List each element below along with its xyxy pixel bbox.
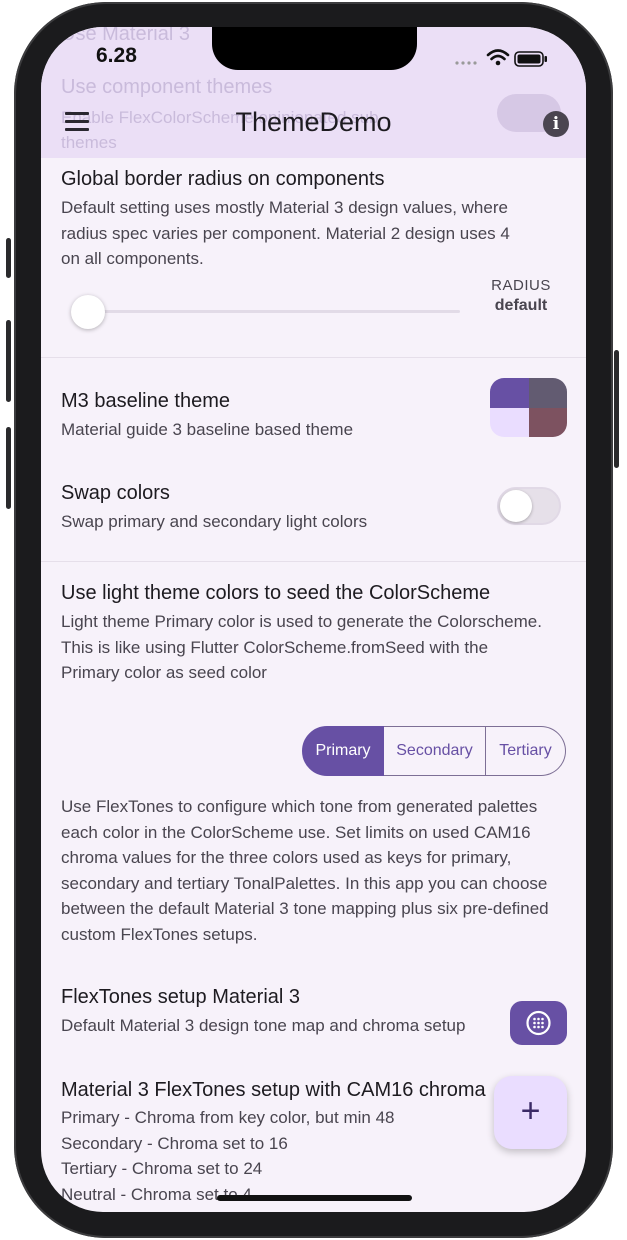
home-indicator (217, 1195, 412, 1201)
camera-notch (212, 27, 417, 70)
radius-value-label: RADIUS (491, 277, 551, 294)
volume-up-button (6, 320, 11, 402)
swatch-secondary (528, 378, 567, 408)
settings-list[interactable]: Global border radius on components Defau… (41, 27, 586, 1212)
signal-icon (455, 61, 477, 65)
app-title: ThemeDemo (235, 107, 392, 137)
segment-tertiary[interactable]: Tertiary (486, 726, 566, 776)
cam16-line-tertiary: Tertiary - Chroma set to 24 (61, 1159, 263, 1178)
radius-slider-track[interactable] (88, 310, 460, 313)
cam16-title: Material 3 FlexTones setup with CAM16 ch… (61, 1079, 486, 1101)
switch-knob (500, 490, 532, 522)
radius-slider-thumb[interactable] (71, 295, 105, 329)
mute-switch (6, 238, 11, 278)
swatch-primary (490, 378, 529, 408)
seed-segmented-button[interactable]: Primary Secondary Tertiary (302, 726, 566, 776)
ghost-heading: Use component themes (61, 76, 273, 98)
swap-colors-switch[interactable] (497, 487, 561, 525)
seed-description: Light theme Primary color is used to gen… (61, 612, 542, 682)
dial-icon (526, 1010, 551, 1036)
status-icons (454, 47, 564, 76)
flextones-picker-button[interactable] (510, 1001, 567, 1045)
baseline-theme-title: M3 baseline theme (61, 390, 230, 412)
seed-title: Use light theme colors to seed the Color… (61, 582, 491, 604)
baseline-theme-subtitle: Material guide 3 baseline based theme (61, 420, 354, 439)
status-time: 6.28 (96, 44, 137, 67)
radius-title: Global border radius on components (61, 168, 385, 190)
cam16-line-secondary: Secondary - Chroma set to 16 (61, 1134, 288, 1153)
swatch-primary-container (490, 407, 529, 437)
battery-icon (514, 51, 547, 67)
cam16-line-primary: Primary - Chroma from key color, but min… (61, 1108, 395, 1127)
theme-swatch-button[interactable] (490, 378, 567, 437)
segment-secondary[interactable]: Secondary (384, 726, 486, 776)
add-fab-button[interactable]: + (494, 1076, 567, 1149)
radius-value: default (494, 297, 548, 314)
info-icon[interactable]: i (543, 111, 569, 137)
radius-description: Default setting uses mostly Material 3 d… (61, 198, 510, 268)
divider (41, 561, 586, 562)
power-button (614, 350, 619, 468)
wifi-dot (495, 60, 501, 66)
flextones-setup-title: FlexTones setup Material 3 (61, 986, 301, 1008)
swap-colors-subtitle: Swap primary and secondary light colors (61, 512, 368, 531)
flextones-setup-subtitle: Default Material 3 design tone map and c… (61, 1016, 466, 1035)
wifi-icon (486, 49, 510, 61)
volume-down-button (6, 427, 11, 509)
swap-colors-title: Swap colors (61, 482, 170, 504)
segment-primary[interactable]: Primary (302, 726, 384, 776)
divider (41, 357, 586, 358)
swatch-tertiary (528, 407, 567, 437)
flextones-info: Use FlexTones to configure which tone fr… (61, 797, 549, 944)
screen: Global border radius on components Defau… (41, 27, 586, 1212)
